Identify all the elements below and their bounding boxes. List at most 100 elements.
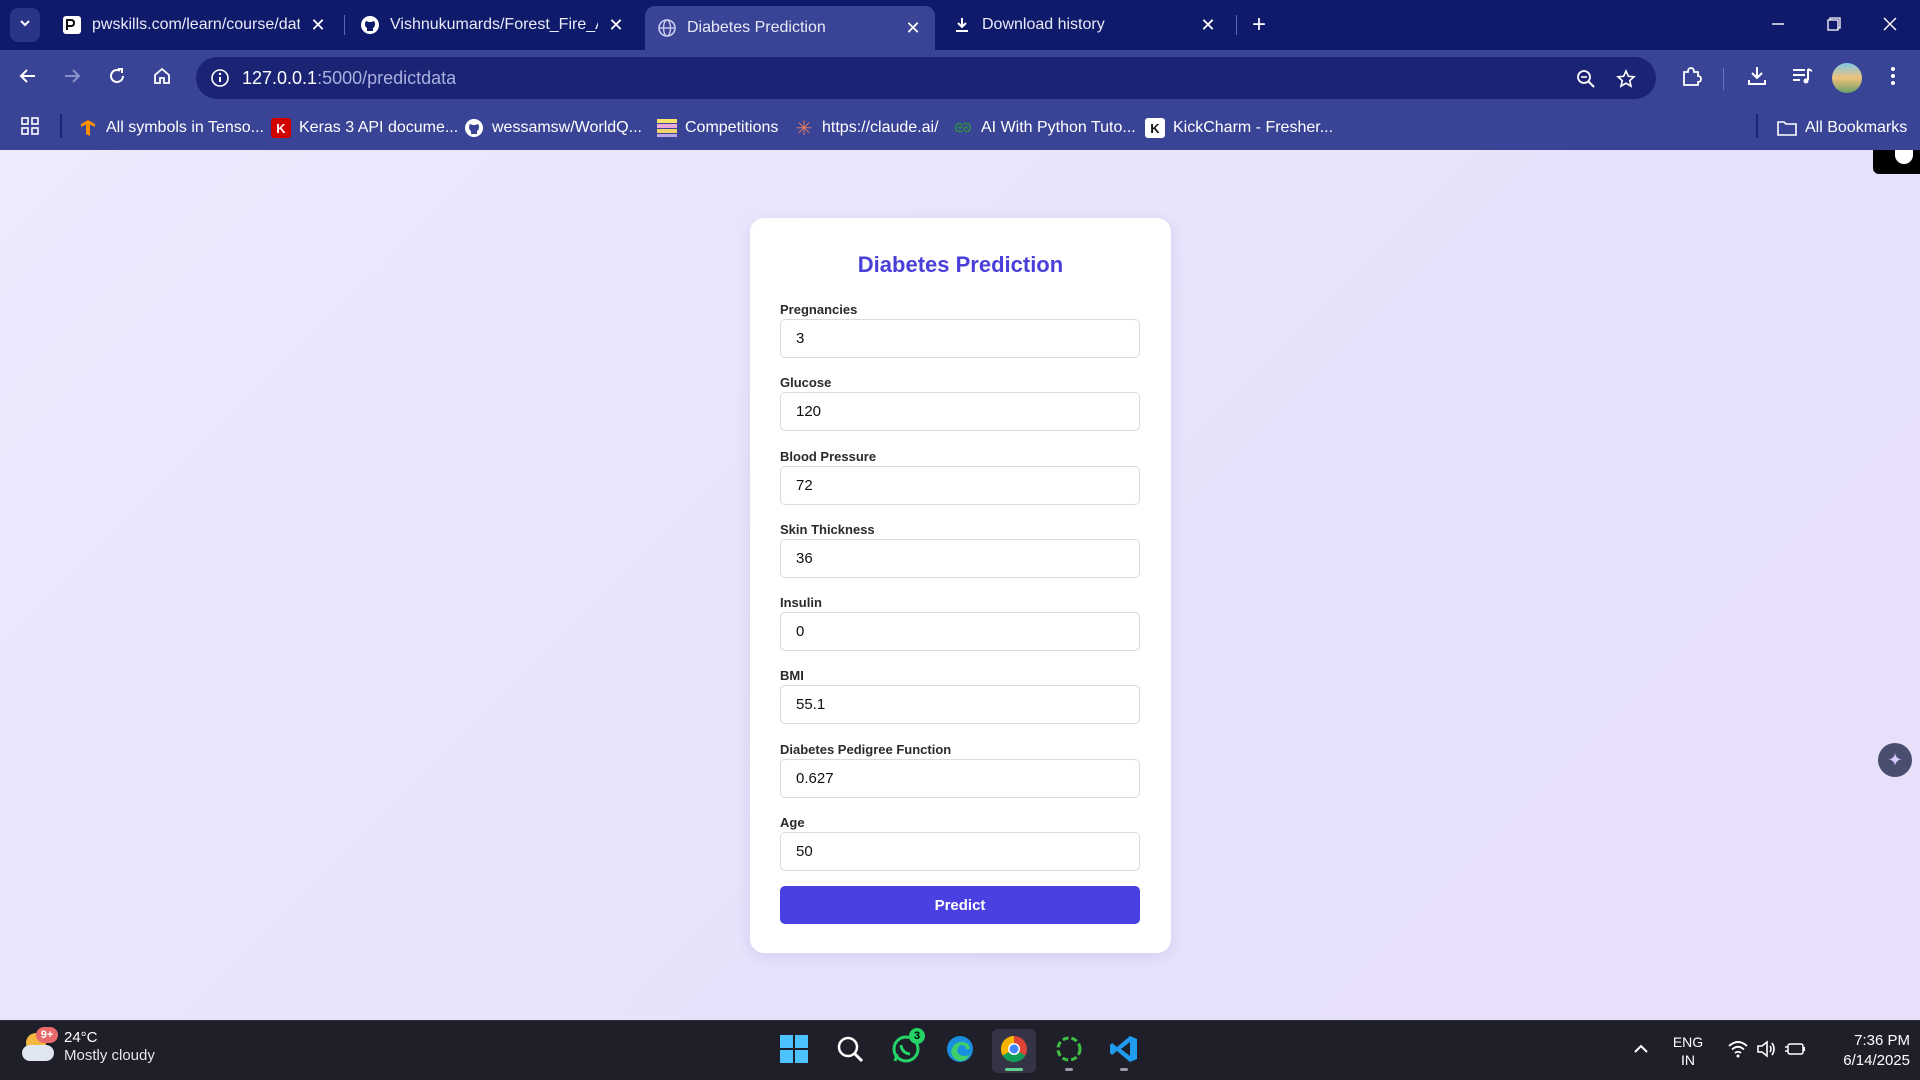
url-host: 127.0.0.1 xyxy=(242,68,318,88)
bookmarks-divider xyxy=(60,114,62,138)
bookmark-claude[interactable]: ✳ https://claude.ai/ xyxy=(794,116,939,140)
restore-button[interactable] xyxy=(1806,0,1862,50)
bookmark-geeksforgeeks[interactable]: ᘓᘐ AI With Python Tuto... xyxy=(953,116,1136,140)
clock[interactable]: 7:36 PM 6/14/2025 xyxy=(1820,1021,1910,1080)
tab-download-history[interactable]: Download history ✕ xyxy=(940,6,1230,44)
close-icon[interactable]: ✕ xyxy=(1198,15,1218,35)
address-bar[interactable]: 127.0.0.1:5000/predictdata xyxy=(196,57,1656,99)
home-icon xyxy=(152,66,172,91)
insulin-input[interactable] xyxy=(780,612,1140,651)
chrome-taskbar-app[interactable] xyxy=(992,1029,1036,1073)
tab-search-button[interactable] xyxy=(10,8,40,42)
bookmark-github[interactable]: wessamsw/WorldQ... xyxy=(464,116,642,140)
field-label-diabetes-pedigree-function: Diabetes Pedigree Function xyxy=(780,742,952,757)
chrome-icon xyxy=(999,1034,1029,1069)
language-primary: ENG xyxy=(1672,1034,1704,1050)
close-window-button[interactable] xyxy=(1862,0,1918,50)
language-secondary: IN xyxy=(1681,1052,1695,1068)
forward-button[interactable] xyxy=(54,60,90,96)
glucose-input[interactable] xyxy=(780,392,1140,431)
download-icon xyxy=(952,15,972,35)
close-icon[interactable]: ✕ xyxy=(308,15,328,35)
tab-title: Vishnukumards/Forest_Fire_Ana xyxy=(390,16,598,33)
predict-button[interactable]: Predict xyxy=(780,886,1140,924)
age-input[interactable] xyxy=(780,832,1140,871)
profile-avatar[interactable] xyxy=(1832,63,1862,93)
playlist-icon xyxy=(1791,65,1813,92)
weather-widget[interactable]: 9+ 24°C Mostly cloudy xyxy=(20,1027,155,1065)
reload-button[interactable] xyxy=(99,60,135,96)
field-label-blood-pressure: Blood Pressure xyxy=(780,449,877,464)
bookmark-label: AI With Python Tuto... xyxy=(981,119,1136,136)
field-label-glucose: Glucose xyxy=(780,375,832,390)
close-icon[interactable]: ✕ xyxy=(606,15,626,35)
clock-time: 7:36 PM xyxy=(1854,1032,1910,1049)
tab-title: pwskills.com/learn/course/data xyxy=(92,16,300,33)
bookmark-keras[interactable]: K Keras 3 API docume... xyxy=(271,116,458,140)
folder-icon xyxy=(1777,118,1797,138)
close-icon xyxy=(1883,15,1897,36)
downloads-button[interactable] xyxy=(1739,60,1775,96)
edge-icon xyxy=(945,1034,975,1069)
extensions-button[interactable] xyxy=(1673,60,1709,96)
whatsapp-taskbar-app[interactable]: 3 xyxy=(884,1027,928,1073)
corner-extension-widget[interactable] xyxy=(1873,150,1920,174)
arrow-right-icon xyxy=(62,66,82,91)
floating-assistant-button[interactable]: ✦ xyxy=(1878,743,1912,777)
field-label-bmi: BMI xyxy=(780,668,804,683)
home-button[interactable] xyxy=(144,60,180,96)
blood-pressure-input[interactable] xyxy=(780,466,1140,505)
bookmark-label: https://claude.ai/ xyxy=(822,119,939,136)
windows-taskbar: 9+ 24°C Mostly cloudy 3 ENG IN 7:36 PM 6… xyxy=(0,1020,1920,1080)
url-text: 127.0.0.1:5000/predictdata xyxy=(242,68,456,89)
bookmark-star-icon[interactable] xyxy=(1612,65,1640,93)
back-button[interactable] xyxy=(10,60,46,96)
media-controls-button[interactable] xyxy=(1784,60,1820,96)
tab-github[interactable]: Vishnukumards/Forest_Fire_Ana ✕ xyxy=(348,6,638,44)
tab-divider xyxy=(344,15,345,35)
system-status-buttons[interactable] xyxy=(1722,1021,1812,1080)
apps-button[interactable] xyxy=(20,116,40,140)
weather-condition: Mostly cloudy xyxy=(64,1047,155,1064)
start-button[interactable] xyxy=(772,1029,816,1073)
language-indicator[interactable]: ENG IN xyxy=(1662,1021,1714,1080)
edge-taskbar-app[interactable] xyxy=(938,1029,982,1073)
bookmark-label: Keras 3 API docume... xyxy=(299,119,459,136)
search-button[interactable] xyxy=(828,1029,872,1073)
plus-icon: + xyxy=(1251,11,1266,38)
bmi-input[interactable] xyxy=(780,685,1140,724)
kebab-menu-icon xyxy=(1890,66,1896,91)
bookmark-tensorflow[interactable]: All symbols in Tenso... xyxy=(78,116,264,140)
menu-button[interactable] xyxy=(1875,60,1911,96)
pregnancies-input[interactable] xyxy=(780,319,1140,358)
tab-pwskills[interactable]: pwskills.com/learn/course/data ✕ xyxy=(50,6,340,44)
close-icon[interactable]: ✕ xyxy=(903,18,923,38)
github-icon xyxy=(464,118,484,138)
bookmark-label: KickCharm - Fresher... xyxy=(1173,119,1334,136)
apps-grid-icon xyxy=(20,116,40,141)
loading-taskbar-app[interactable] xyxy=(1047,1029,1091,1073)
vscode-icon xyxy=(1109,1034,1139,1069)
zoom-icon[interactable] xyxy=(1572,65,1600,93)
pwskills-favicon-icon xyxy=(62,15,82,35)
diabetes-pedigree-function-input[interactable] xyxy=(780,759,1140,798)
show-hidden-icons-button[interactable] xyxy=(1626,1021,1656,1080)
minimize-icon xyxy=(1771,15,1785,36)
new-tab-button[interactable]: + xyxy=(1244,10,1274,40)
chevron-up-icon xyxy=(1633,1041,1649,1062)
site-info-icon[interactable] xyxy=(206,64,234,92)
skin-thickness-input[interactable] xyxy=(780,539,1140,578)
arrow-left-icon xyxy=(18,66,38,91)
loading-ring-icon xyxy=(1054,1034,1084,1069)
vscode-taskbar-app[interactable] xyxy=(1102,1029,1146,1073)
tab-divider xyxy=(1236,15,1237,35)
keras-icon: K xyxy=(271,118,291,138)
claude-icon: ✳ xyxy=(795,117,813,140)
tab-diabetes-prediction[interactable]: Diabetes Prediction ✕ xyxy=(645,6,935,50)
search-icon xyxy=(836,1035,864,1068)
all-bookmarks-button[interactable]: All Bookmarks xyxy=(1777,116,1907,140)
minimize-button[interactable] xyxy=(1750,0,1806,50)
bookmark-kickcharm[interactable]: K KickCharm - Fresher... xyxy=(1145,116,1333,140)
bookmark-competitions[interactable]: Competitions xyxy=(657,116,778,140)
browser-title-bar: pwskills.com/learn/course/data ✕ Vishnuk… xyxy=(0,0,1920,50)
